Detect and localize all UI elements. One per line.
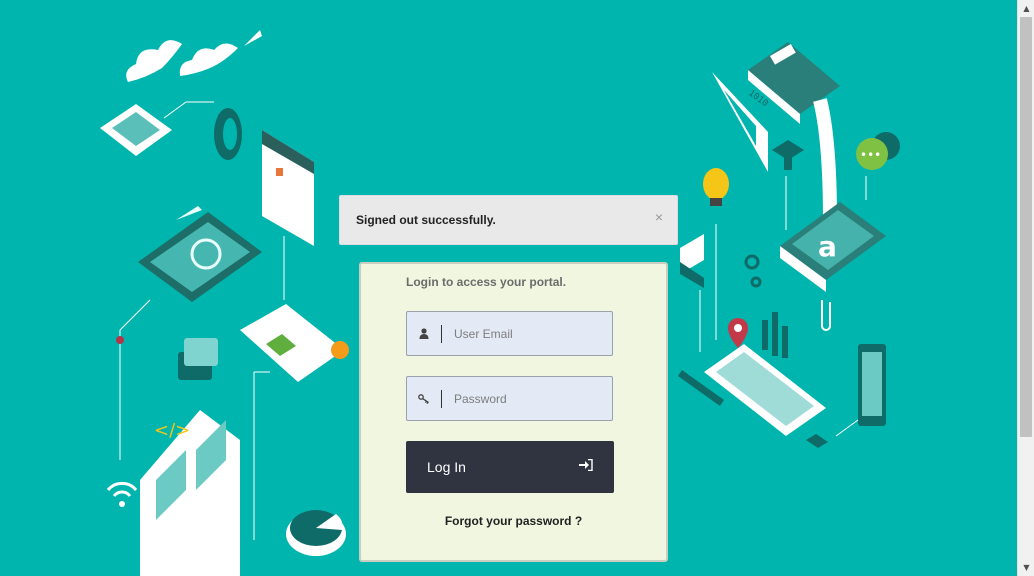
tablet-icon [138, 212, 262, 302]
gears-icon [744, 254, 762, 288]
graduation-cap-icon [772, 140, 804, 170]
mouse-icon [806, 434, 828, 448]
scroll-down-arrow-icon[interactable]: ▼ [1018, 559, 1034, 576]
alert-message: Signed out successfully. [356, 213, 496, 227]
pie-chart-icon [286, 510, 346, 556]
login-button-label: Log In [427, 459, 466, 475]
map-pin-icon [728, 318, 748, 348]
email-input[interactable] [454, 326, 604, 341]
field-separator [441, 389, 442, 408]
flash-alert: Signed out successfully. × [339, 195, 678, 245]
close-icon[interactable]: × [655, 210, 663, 224]
forgot-password-link[interactable]: Forgot your password ? [361, 514, 666, 528]
sign-in-icon [579, 458, 593, 476]
login-button[interactable]: Log In [406, 441, 614, 493]
phone-icon [858, 344, 886, 426]
password-input[interactable] [454, 391, 604, 406]
field-separator [441, 324, 442, 343]
paperclip-icon [821, 300, 831, 331]
scroll-up-arrow-icon[interactable]: ▲ [1018, 0, 1034, 17]
chat-bubble-icon [178, 338, 218, 380]
wifi-icon [106, 481, 138, 498]
bar-chart-icon [762, 312, 788, 358]
calendar-icon [262, 130, 314, 246]
calculator-icon [100, 104, 172, 156]
email-field[interactable] [406, 311, 613, 356]
password-field[interactable] [406, 376, 613, 421]
scrollbar-thumb[interactable] [1020, 17, 1032, 437]
speech-bubbles-icon: ••• [856, 132, 900, 170]
login-title: Login to access your portal. [406, 275, 567, 289]
login-card: Login to access your portal. Log In Forg… [359, 262, 668, 562]
clouds-icon [126, 30, 262, 82]
svg-text:•••: ••• [860, 148, 881, 162]
vertical-scrollbar[interactable]: ▲ ▼ [1017, 0, 1034, 576]
svg-text:a: a [818, 230, 837, 263]
keyboard-icon [704, 344, 826, 436]
key-icon [407, 393, 441, 404]
lightbulb-icon [703, 168, 729, 206]
report-document-icon [240, 304, 349, 382]
ring-chart-icon [214, 108, 242, 160]
user-icon [407, 328, 441, 339]
svg-text:</>: </> [154, 420, 190, 441]
envelope-icon [680, 234, 704, 288]
